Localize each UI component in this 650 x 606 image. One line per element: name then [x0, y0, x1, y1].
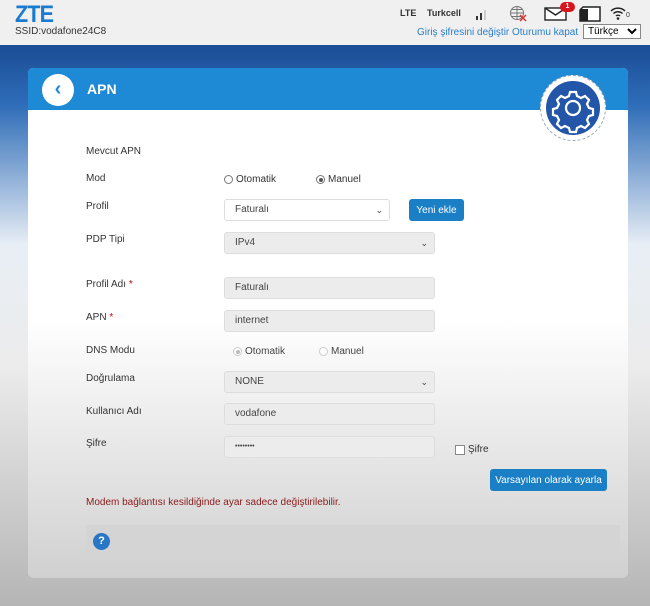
- zte-logo: ZTE: [15, 1, 54, 28]
- add-new-button[interactable]: Yeni ekle: [409, 199, 464, 221]
- operator-name: Turkcell: [427, 8, 461, 18]
- mode-label: Mod: [86, 173, 106, 184]
- help-icon[interactable]: ?: [93, 533, 110, 550]
- change-password-link[interactable]: Giriş şifresini değiştir: [417, 27, 509, 38]
- globe-disconnected-icon: [510, 6, 527, 22]
- signal-icon: [476, 10, 486, 20]
- profile-name-label: Profil Adı *: [86, 279, 133, 290]
- radio-icon: [224, 175, 233, 184]
- username-input[interactable]: vodafone: [224, 403, 435, 425]
- wifi-client-count: 0: [626, 12, 630, 19]
- card-header: ‹ APN: [28, 68, 628, 110]
- auth-select[interactable]: NONE ⌄: [224, 371, 435, 393]
- radio-checked-icon: [316, 175, 325, 184]
- logout-link[interactable]: Oturumu kapat: [512, 27, 578, 38]
- dns-auto-radio[interactable]: Otomatik: [233, 346, 285, 357]
- dns-manual-radio[interactable]: Manuel: [319, 346, 364, 357]
- pdp-type-select[interactable]: IPv4 ⌄: [224, 232, 435, 254]
- show-password-checkbox[interactable]: Şifre: [455, 444, 489, 455]
- radio-icon: [319, 347, 328, 356]
- settings-badge: [540, 75, 606, 141]
- ssid-label: SSID:vodafone24C8: [15, 26, 107, 37]
- warning-message: Modem bağlantısı kesildiğinde ayar sadec…: [86, 497, 341, 508]
- profile-name-input[interactable]: Faturalı: [224, 277, 435, 299]
- checkbox-icon: [455, 444, 465, 455]
- battery-sim-icon: [579, 6, 601, 22]
- mode-auto-radio[interactable]: Otomatik: [224, 174, 276, 185]
- pdp-type-label: PDP Tipi: [86, 234, 125, 245]
- page-title: APN: [87, 81, 117, 97]
- auth-label: Doğrulama: [86, 373, 135, 384]
- mode-manual-radio[interactable]: Manuel: [316, 174, 361, 185]
- network-type: LTE: [400, 8, 417, 18]
- apn-label: APN *: [86, 312, 114, 323]
- radio-checked-icon: [233, 347, 242, 356]
- dns-mode-label: DNS Modu: [86, 345, 135, 356]
- top-header: ZTE SSID:vodafone24C8 LTE Turkcell 1 0 G…: [0, 0, 650, 45]
- set-default-button[interactable]: Varsayılan olarak ayarla: [490, 469, 607, 491]
- current-apn-label: Mevcut APN: [86, 146, 142, 157]
- profile-label: Profil: [86, 201, 109, 212]
- password-label: Şifre: [86, 438, 107, 449]
- profile-select[interactable]: Faturalı ⌄: [224, 199, 390, 221]
- apn-input[interactable]: internet: [224, 310, 435, 332]
- chevron-down-icon: ⌄: [375, 205, 383, 215]
- password-input[interactable]: ••••••••: [224, 436, 435, 458]
- back-button[interactable]: ‹: [42, 74, 74, 106]
- username-label: Kullanıcı Adı: [86, 406, 142, 417]
- wifi-icon: [610, 7, 626, 20]
- message-count-badge: 1: [560, 2, 575, 12]
- chevron-down-icon: ⌄: [420, 238, 428, 248]
- language-select[interactable]: Türkçe: [583, 24, 641, 39]
- help-bar: ?: [86, 525, 620, 558]
- chevron-down-icon: ⌄: [420, 377, 428, 387]
- gear-icon: [551, 90, 595, 134]
